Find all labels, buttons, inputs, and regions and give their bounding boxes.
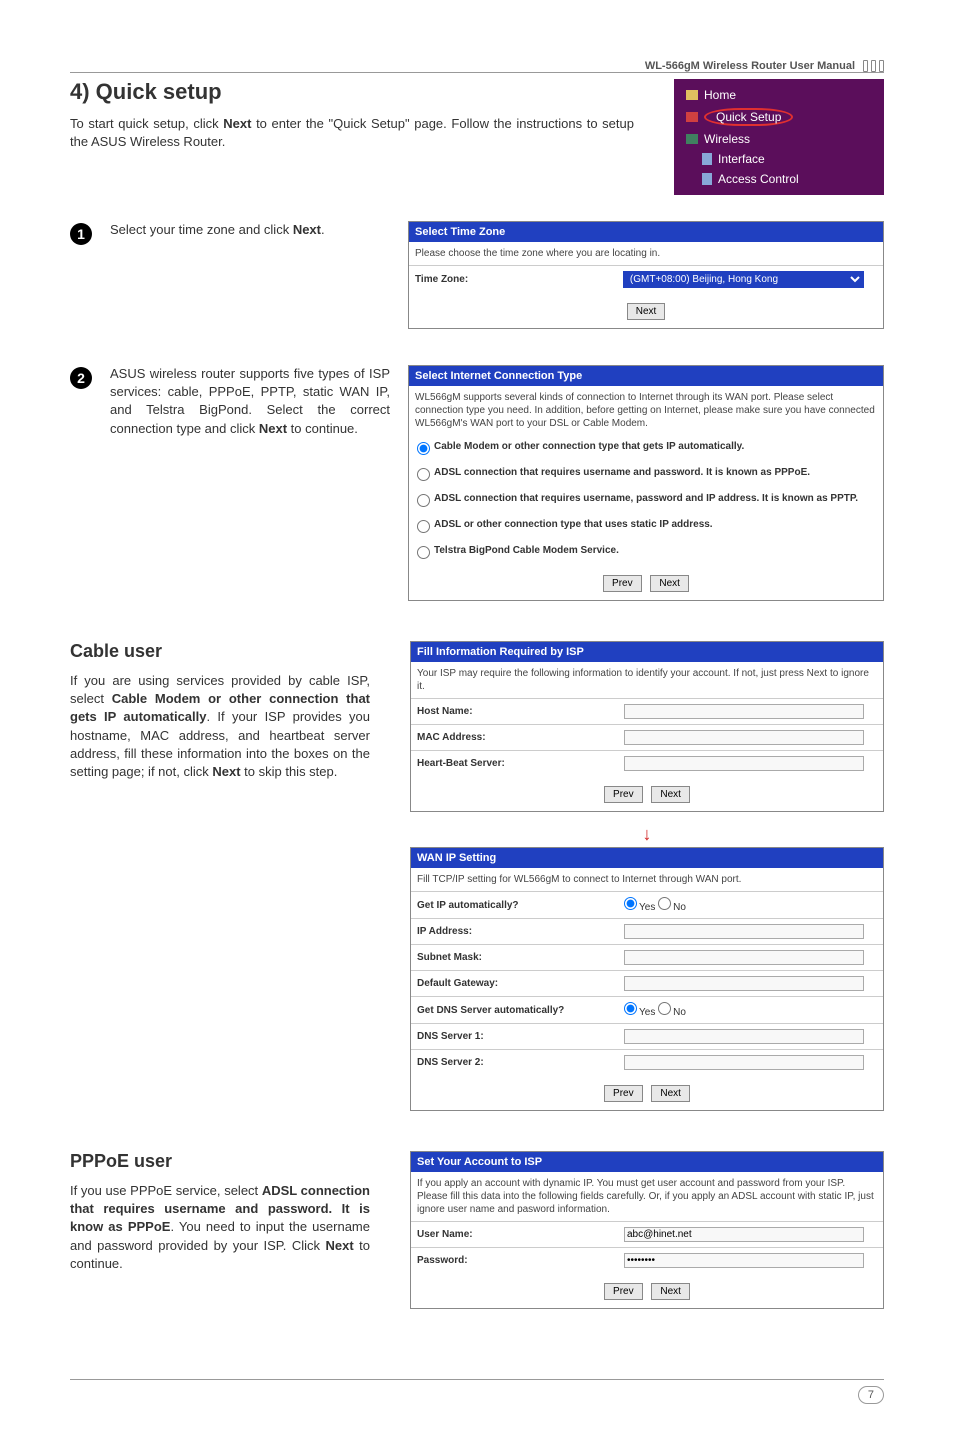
radio-input[interactable] xyxy=(658,897,671,910)
ip-address-input[interactable] xyxy=(624,924,864,939)
folder-icon xyxy=(686,134,698,144)
step2-text: ASUS wireless router supports five types… xyxy=(110,365,390,438)
prev-button[interactable]: Prev xyxy=(603,575,642,592)
username-input[interactable] xyxy=(624,1227,864,1242)
manual-title: WL-566gM Wireless Router User Manual xyxy=(645,60,855,72)
section-title: 4) Quick setup xyxy=(70,79,634,105)
cable-user-text: If you are using services provided by ca… xyxy=(70,672,370,781)
host-name-label: Host Name: xyxy=(417,706,624,717)
next-button[interactable]: Next xyxy=(651,786,690,803)
intro-text: To start quick setup, click Next to ente… xyxy=(70,115,634,151)
down-arrow-icon: ↓ xyxy=(410,822,884,847)
isp-info-panel: Fill Information Required by ISP Your IS… xyxy=(410,641,884,812)
radio-input[interactable] xyxy=(417,442,430,455)
panel-desc: If you apply an account with dynamic IP.… xyxy=(411,1172,883,1221)
radio-input[interactable] xyxy=(417,520,430,533)
file-icon xyxy=(702,153,712,165)
password-label: Password: xyxy=(417,1255,624,1266)
nav-quick-setup[interactable]: Quick Setup xyxy=(674,105,884,129)
nav-wireless[interactable]: Wireless xyxy=(674,129,884,149)
connection-type-panel: Select Internet Connection Type WL566gM … xyxy=(408,365,884,601)
heartbeat-label: Heart-Beat Server: xyxy=(417,758,624,769)
step-number-1: 1 xyxy=(70,223,92,245)
conn-opt-static[interactable]: ADSL or other connection type that uses … xyxy=(409,513,883,539)
subnet-mask-input[interactable] xyxy=(624,950,864,965)
panel-title: Select Internet Connection Type xyxy=(409,366,883,386)
time-zone-label: Time Zone: xyxy=(415,274,623,285)
prev-button[interactable]: Prev xyxy=(604,1283,643,1300)
host-name-input[interactable] xyxy=(624,704,864,719)
heartbeat-input[interactable] xyxy=(624,756,864,771)
prev-button[interactable]: Prev xyxy=(604,1085,643,1102)
radio-input[interactable] xyxy=(417,546,430,559)
router-nav: Home Quick Setup Wireless Interface Acce… xyxy=(674,79,884,195)
get-ip-label: Get IP automatically? xyxy=(417,900,624,911)
radio-input[interactable] xyxy=(624,1002,637,1015)
nav-interface[interactable]: Interface xyxy=(674,149,884,169)
file-icon xyxy=(702,173,712,185)
pppoe-user-title: PPPoE user xyxy=(70,1151,370,1172)
panel-desc: WL566gM supports several kinds of connec… xyxy=(409,386,883,435)
mac-address-input[interactable] xyxy=(624,730,864,745)
panel-desc: Fill TCP/IP setting for WL566gM to conne… xyxy=(411,868,883,891)
dns1-label: DNS Server 1: xyxy=(417,1031,624,1042)
no-option[interactable]: No xyxy=(658,1007,686,1018)
ip-address-label: IP Address: xyxy=(417,926,624,937)
radio-input[interactable] xyxy=(624,897,637,910)
pppoe-user-text: If you use PPPoE service, select ADSL co… xyxy=(70,1182,370,1273)
next-button[interactable]: Next xyxy=(650,575,689,592)
password-input[interactable] xyxy=(624,1253,864,1268)
gateway-label: Default Gateway: xyxy=(417,978,624,989)
radio-input[interactable] xyxy=(417,494,430,507)
account-panel: Set Your Account to ISP If you apply an … xyxy=(410,1151,884,1309)
panel-desc: Your ISP may require the following infor… xyxy=(411,662,883,698)
gateway-input[interactable] xyxy=(624,976,864,991)
conn-opt-bigpond[interactable]: Telstra BigPond Cable Modem Service. xyxy=(409,539,883,565)
step-number-2: 2 xyxy=(70,367,92,389)
nav-home[interactable]: Home xyxy=(674,85,884,105)
conn-opt-cable[interactable]: Cable Modem or other connection type tha… xyxy=(409,435,883,461)
nav-access-control[interactable]: Access Control xyxy=(674,169,884,189)
radio-input[interactable] xyxy=(658,1002,671,1015)
next-button[interactable]: Next xyxy=(651,1085,690,1102)
get-dns-radio: Yes No xyxy=(624,1002,877,1018)
yes-option[interactable]: Yes xyxy=(624,902,655,913)
panel-title: WAN IP Setting xyxy=(411,848,883,868)
page-number: 7 xyxy=(858,1386,884,1404)
wan-ip-panel: WAN IP Setting Fill TCP/IP setting for W… xyxy=(410,847,884,1111)
panel-title: Fill Information Required by ISP xyxy=(411,642,883,662)
no-option[interactable]: No xyxy=(658,902,686,913)
panel-desc: Please choose the time zone where you ar… xyxy=(409,242,883,265)
get-ip-radio: Yes No xyxy=(624,897,877,913)
folder-icon xyxy=(686,90,698,100)
dns1-input[interactable] xyxy=(624,1029,864,1044)
step1-text: Select your time zone and click Next. xyxy=(110,221,390,239)
next-button[interactable]: Next xyxy=(627,303,666,320)
mac-address-label: MAC Address: xyxy=(417,732,624,743)
time-zone-panel: Select Time Zone Please choose the time … xyxy=(408,221,884,329)
radio-input[interactable] xyxy=(417,468,430,481)
conn-opt-pptp[interactable]: ADSL connection that requires username, … xyxy=(409,487,883,513)
panel-title: Set Your Account to ISP xyxy=(411,1152,883,1172)
conn-opt-pppoe[interactable]: ADSL connection that requires username a… xyxy=(409,461,883,487)
cable-user-title: Cable user xyxy=(70,641,370,662)
dns2-input[interactable] xyxy=(624,1055,864,1070)
dns2-label: DNS Server 2: xyxy=(417,1057,624,1068)
panel-title: Select Time Zone xyxy=(409,222,883,242)
yes-option[interactable]: Yes xyxy=(624,1007,655,1018)
time-zone-select[interactable]: (GMT+08:00) Beijing, Hong Kong xyxy=(623,271,864,288)
subnet-mask-label: Subnet Mask: xyxy=(417,952,624,963)
folder-icon xyxy=(686,112,698,122)
next-button[interactable]: Next xyxy=(651,1283,690,1300)
usb-icons xyxy=(863,60,884,72)
get-dns-label: Get DNS Server automatically? xyxy=(417,1005,624,1016)
prev-button[interactable]: Prev xyxy=(604,786,643,803)
username-label: User Name: xyxy=(417,1229,624,1240)
